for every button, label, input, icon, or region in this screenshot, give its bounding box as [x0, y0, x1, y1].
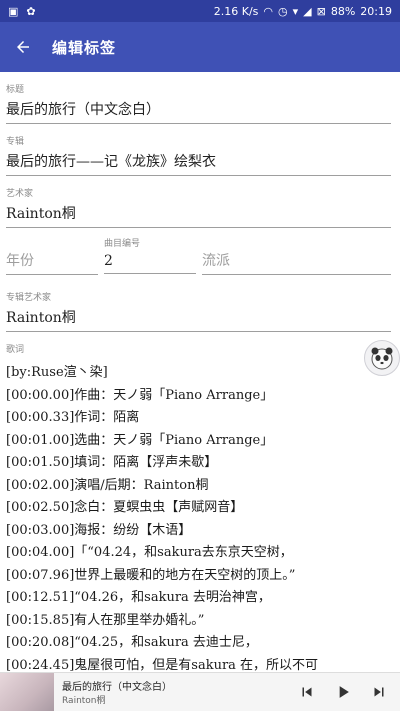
genre-field: 流派 [202, 236, 391, 284]
floating-mascot-button[interactable] [364, 340, 400, 376]
lyrics-label: 歌词 [6, 345, 25, 355]
title-input[interactable]: 最后的旅行（中文念白） [6, 95, 391, 124]
battery-level: 88% [330, 4, 356, 18]
album-input[interactable]: 最后的旅行——记《龙族》绘梨衣 [6, 147, 391, 176]
previous-button[interactable] [296, 681, 318, 703]
year-track-genre-row: 年份 曲目编号 2 流派 [6, 236, 391, 284]
page-title: 编辑标签 [52, 38, 117, 57]
title-label: 标题 [6, 85, 25, 95]
status-bar: ▣ ✿ 2.16 K/s ◠ ◷ ▾ ◢ ⊠ 88% 20:19 [0, 0, 400, 22]
artist-input[interactable]: Rainton桐 [6, 199, 391, 228]
app-notification-icon: ✿ [26, 4, 36, 18]
network-speed: 2.16 K/s [213, 4, 259, 18]
lyrics-textarea[interactable]: [by:Ruse渲丶染] [00:00.00]作曲：天ノ弱「Piano Arran… [6, 362, 392, 672]
lyric-line: [00:02.50]念白：夏螟虫虫【声赋网音】 [6, 500, 244, 515]
lyric-line: [00:03.00]海报：纷纷【木语】 [6, 522, 192, 538]
skip-previous-icon [302, 687, 312, 697]
no-sim-icon: ⊠ [316, 4, 326, 18]
lyric-line: [00:15.85]有人在那里举办婚礼。” [6, 612, 205, 628]
image-notification-icon: ▣ [8, 4, 19, 18]
artist-field: 艺术家 Rainton桐 [6, 186, 391, 228]
headphone-icon: ◠ [263, 4, 274, 18]
lyric-line: [00:24.45]鬼屋很可怕，但是有sakura 在，所以不可 [6, 657, 319, 673]
arrow-back-icon [17, 41, 29, 53]
app-bar: 编辑标签 [0, 22, 400, 72]
lyric-line: [by:Ruse渲丶染] [6, 365, 108, 380]
lyric-line: [00:07.96]世界上最暖和的地方在天空树的顶上。” [6, 567, 296, 583]
lyric-line: [00:20.08]“04.25，和sakura 去迪士尼， [6, 635, 258, 650]
mini-player[interactable]: 最后的旅行（中文念白） Rainton桐 [0, 672, 400, 711]
lyric-line: [00:12.51]“04.26，和sakura 去明治神宫， [6, 590, 271, 605]
album-art[interactable] [0, 673, 54, 711]
track-label: 曲目编号 [104, 239, 141, 249]
album-artist-field: 专辑艺术家 Rainton桐 [6, 290, 391, 332]
album-artist-label: 专辑艺术家 [6, 293, 52, 303]
album-label: 专辑 [6, 137, 25, 147]
now-playing-title: 最后的旅行（中文念白） [62, 682, 172, 693]
tag-editor-form: 标题 最后的旅行（中文念白） 专辑 最后的旅行——记《龙族》绘梨衣 艺术家 Ra… [0, 72, 400, 672]
clock: 20:19 [360, 4, 392, 18]
back-button[interactable] [0, 22, 46, 72]
lyric-line: [00:01.00]选曲：天ノ弱「Piano Arrange」 [6, 432, 274, 448]
album-artist-input[interactable]: Rainton桐 [6, 303, 391, 332]
year-input[interactable]: 年份 [6, 246, 98, 275]
skip-next-icon [374, 687, 384, 697]
genre-input[interactable]: 流派 [202, 246, 391, 275]
album-field: 专辑 最后的旅行——记《龙族》绘梨衣 [6, 134, 391, 176]
panda-face-icon [371, 347, 393, 370]
artist-label: 艺术家 [6, 189, 34, 199]
lyric-line: [00:04.00]「“04.24，和sakura去东京天空树， [6, 545, 293, 560]
track-input[interactable]: 2 [104, 249, 196, 274]
year-field: 年份 [6, 236, 98, 284]
title-field: 标题 最后的旅行（中文念白） [6, 82, 391, 124]
next-button[interactable] [368, 681, 390, 703]
lyric-line: [00:00.33]作词：陌离 [6, 410, 140, 425]
signal-icon: ◢ [303, 4, 312, 18]
wifi-icon: ▾ [292, 4, 299, 18]
lyric-line: [00:01.50]填词：陌离【浮声未歇】 [6, 455, 218, 470]
now-playing-artist: Rainton桐 [62, 696, 106, 706]
play-button[interactable] [332, 681, 354, 703]
alarm-icon: ◷ [278, 4, 288, 18]
play-icon [339, 686, 349, 698]
lyric-line: [00:00.00]作曲：天ノ弱「Piano Arrange」 [6, 387, 274, 403]
lyric-line: [00:02.00]演唱/后期：Rainton桐 [6, 477, 209, 493]
track-field: 曲目编号 2 [104, 236, 196, 284]
